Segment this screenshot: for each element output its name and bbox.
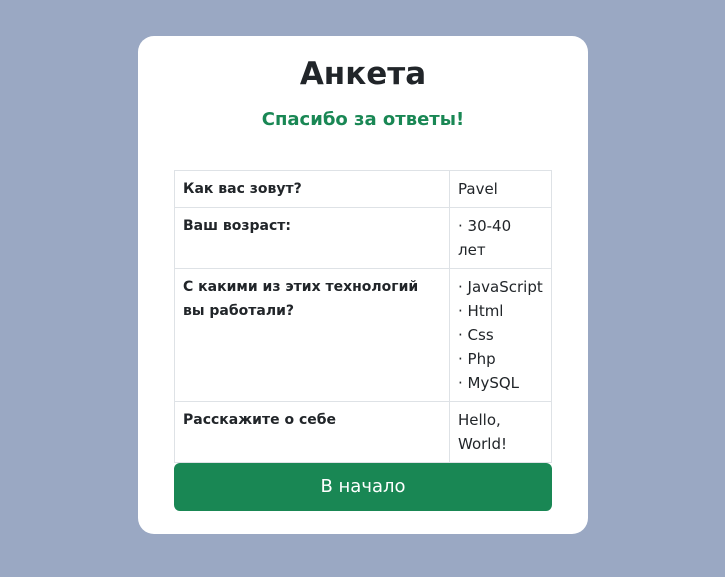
- list-item: · Css: [458, 326, 494, 344]
- table-row: Ваш возраст: · 30-40 лет: [174, 207, 552, 269]
- answers-table: Как вас зовут? Pavel Ваш возраст: · 30-4…: [174, 170, 552, 463]
- technologies-list: · JavaScript · Html · Css · Php · MySQL: [458, 275, 543, 395]
- home-button[interactable]: В начало: [174, 463, 552, 511]
- question-name: Как вас зовут?: [174, 170, 450, 208]
- list-item: · Php: [458, 350, 496, 368]
- list-item: · Html: [458, 302, 504, 320]
- table-row: Расскажите о себе Hello, World!: [174, 401, 552, 463]
- answer-name: Pavel: [449, 170, 552, 208]
- question-technologies: С какими из этих технологий вы работали?: [174, 268, 450, 402]
- table-row: Как вас зовут? Pavel: [174, 170, 552, 208]
- survey-card: Анкета Спасибо за ответы! Как вас зовут?…: [138, 36, 588, 534]
- question-about: Расскажите о себе: [174, 401, 450, 463]
- thank-you-message: Спасибо за ответы!: [261, 109, 465, 130]
- page-title: Анкета: [299, 56, 427, 92]
- table-row: С какими из этих технологий вы работали?…: [174, 268, 552, 402]
- question-age: Ваш возраст:: [174, 207, 450, 269]
- answer-age: · 30-40 лет: [449, 207, 552, 269]
- list-item: · MySQL: [458, 374, 520, 392]
- answer-about: Hello, World!: [449, 401, 552, 463]
- list-item: · JavaScript: [458, 278, 543, 296]
- answer-technologies: · JavaScript · Html · Css · Php · MySQL: [449, 268, 552, 402]
